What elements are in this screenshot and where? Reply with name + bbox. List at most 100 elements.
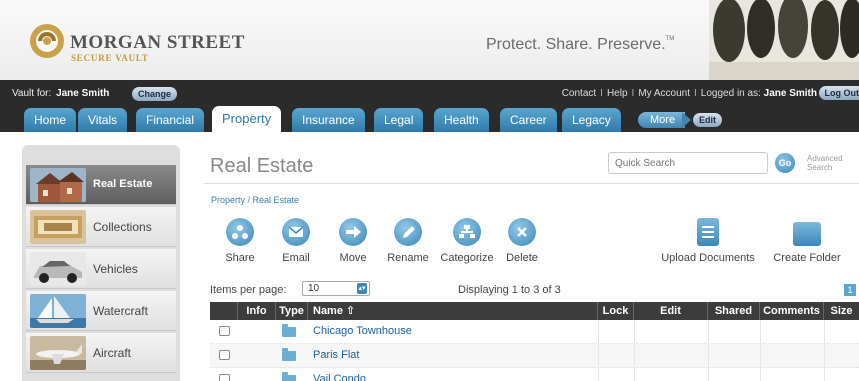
more-tabs-button[interactable]: More: [638, 112, 686, 128]
share-icon: [226, 218, 254, 246]
move-arrow-icon: [339, 218, 367, 246]
column-lock[interactable]: Lock: [598, 302, 634, 320]
upload-documents-label: Upload Documents: [661, 252, 755, 264]
breadcrumb[interactable]: Property / Real Estate: [211, 195, 299, 205]
header: MORGAN STREET SECURE VAULT Protect. Shar…: [0, 0, 859, 80]
vault-for-label: Vault for:: [12, 88, 52, 99]
search-go-button[interactable]: Go: [775, 153, 795, 173]
pencil-icon: [394, 218, 422, 246]
column-type[interactable]: Type: [276, 302, 308, 320]
main-tabs: Home Vitals Financial Property Insurance…: [0, 106, 859, 132]
sidebar-label: Real Estate: [93, 178, 153, 190]
sidebar-item-collections[interactable]: Collections: [26, 207, 176, 247]
user-links: Contact I Help I My Account I Logged in as: Ja…: [561, 88, 817, 99]
tab-health[interactable]: Health: [434, 108, 489, 132]
sort-icon: ⇧: [346, 305, 356, 317]
collections-photo-icon: [30, 210, 86, 244]
car-photo-icon: [30, 252, 86, 286]
categorize-button[interactable]: Categorize: [438, 218, 496, 264]
column-edit[interactable]: Edit: [634, 302, 708, 320]
vault-owner: Jane Smith: [56, 88, 110, 99]
column-shared[interactable]: Shared: [708, 302, 760, 320]
tab-vitals[interactable]: Vitals: [78, 108, 128, 132]
move-button[interactable]: Move: [336, 218, 370, 264]
sidebar-label: Vehicles: [93, 262, 138, 276]
row-name-link[interactable]: Chicago Townhouse: [313, 325, 412, 337]
share-label: Share: [225, 252, 255, 264]
sidebar-item-real-estate[interactable]: Real Estate: [26, 165, 176, 205]
create-folder-button[interactable]: Create Folder: [770, 218, 844, 264]
column-size[interactable]: Size: [824, 302, 859, 320]
upload-documents-button[interactable]: Upload Documents: [658, 218, 758, 264]
categorize-label: Categorize: [440, 252, 494, 264]
quick-search-input[interactable]: [608, 152, 768, 174]
sidebar-label: Aircraft: [93, 346, 132, 360]
folder-icon: [282, 348, 296, 361]
account-bar: Vault for: Jane Smith Change Contact I Hel…: [0, 80, 859, 108]
sidebar-label: Watercraft: [93, 304, 148, 318]
morgan-street-logo-icon[interactable]: [28, 22, 66, 60]
category-sidebar: Real Estate Collections Vehicles Watercr…: [22, 145, 180, 381]
table-row[interactable]: Paris Flat: [210, 344, 859, 368]
column-name[interactable]: Name ⇧: [308, 302, 598, 320]
create-folder-label: Create Folder: [773, 252, 841, 264]
column-comments[interactable]: Comments: [760, 302, 824, 320]
more-arrow-icon: [682, 112, 691, 128]
column-name-label: Name: [313, 305, 343, 317]
row-checkbox[interactable]: [219, 350, 230, 360]
sidebar-item-aircraft[interactable]: Aircraft: [26, 333, 176, 373]
delete-button[interactable]: Delete: [504, 218, 540, 264]
delete-x-icon: [508, 218, 536, 246]
sidebar-label: Collections: [93, 220, 152, 234]
delete-label: Delete: [506, 252, 538, 264]
page-title: Real Estate: [210, 155, 314, 177]
tagline-text: Protect. Share. Preserve.: [486, 36, 666, 53]
sailboat-photo-icon: [30, 294, 86, 328]
title-divider: [204, 183, 859, 184]
logout-button[interactable]: Log Out: [818, 86, 859, 100]
folder-icon: [793, 222, 821, 246]
page-number-button[interactable]: 1: [844, 284, 856, 296]
tab-property[interactable]: Property: [212, 106, 282, 132]
table-row[interactable]: Vail Condo: [210, 368, 859, 381]
edit-tabs-button[interactable]: Edit: [693, 113, 722, 127]
move-label: Move: [339, 252, 367, 264]
email-button[interactable]: Email: [279, 218, 313, 264]
tab-insurance[interactable]: Insurance: [292, 108, 365, 132]
advanced-search-link[interactable]: Advanced Search: [807, 154, 855, 172]
my-account-link[interactable]: My Account: [638, 88, 690, 99]
change-button[interactable]: Change: [132, 87, 178, 101]
items-per-page-select[interactable]: 10 ▴▾: [302, 281, 370, 296]
tab-legacy[interactable]: Legacy: [562, 108, 621, 132]
file-table-header: Info Type Name ⇧ Lock Edit Shared Commen…: [210, 302, 859, 320]
tab-financial[interactable]: Financial: [136, 108, 205, 132]
hierarchy-icon: [453, 218, 481, 246]
column-info[interactable]: Info: [238, 302, 276, 320]
row-name-link[interactable]: Paris Flat: [313, 349, 359, 361]
rename-button[interactable]: Rename: [386, 218, 430, 264]
vault-for: Vault for: Jane Smith: [12, 88, 109, 99]
tab-home[interactable]: Home: [24, 108, 77, 132]
displaying-count: Displaying 1 to 3 of 3: [458, 284, 561, 296]
sidebar-item-vehicles[interactable]: Vehicles: [26, 249, 176, 289]
items-per-page-label: Items per page:: [210, 284, 287, 296]
rename-label: Rename: [387, 252, 429, 264]
sidebar-item-watercraft[interactable]: Watercraft: [26, 291, 176, 331]
folder-icon: [282, 324, 296, 337]
row-checkbox[interactable]: [219, 326, 230, 336]
tagline: Protect. Share. Preserve.TM: [486, 36, 674, 54]
tab-legal[interactable]: Legal: [374, 108, 424, 132]
share-button[interactable]: Share: [222, 218, 258, 264]
help-link[interactable]: Help: [607, 88, 628, 99]
select-column-header: [210, 302, 238, 320]
contact-link[interactable]: Contact: [562, 88, 596, 99]
row-name-link[interactable]: Vail Condo: [313, 373, 366, 381]
brand-subtitle: SECURE VAULT: [71, 53, 149, 63]
brand-name: MORGAN STREET: [70, 32, 245, 53]
logged-in-label: Logged in as:: [700, 88, 761, 99]
email-icon: [282, 218, 310, 246]
table-row[interactable]: Chicago Townhouse: [210, 320, 859, 344]
trademark: TM: [665, 36, 675, 42]
tab-career[interactable]: Career: [500, 108, 557, 132]
row-checkbox[interactable]: [219, 374, 230, 381]
